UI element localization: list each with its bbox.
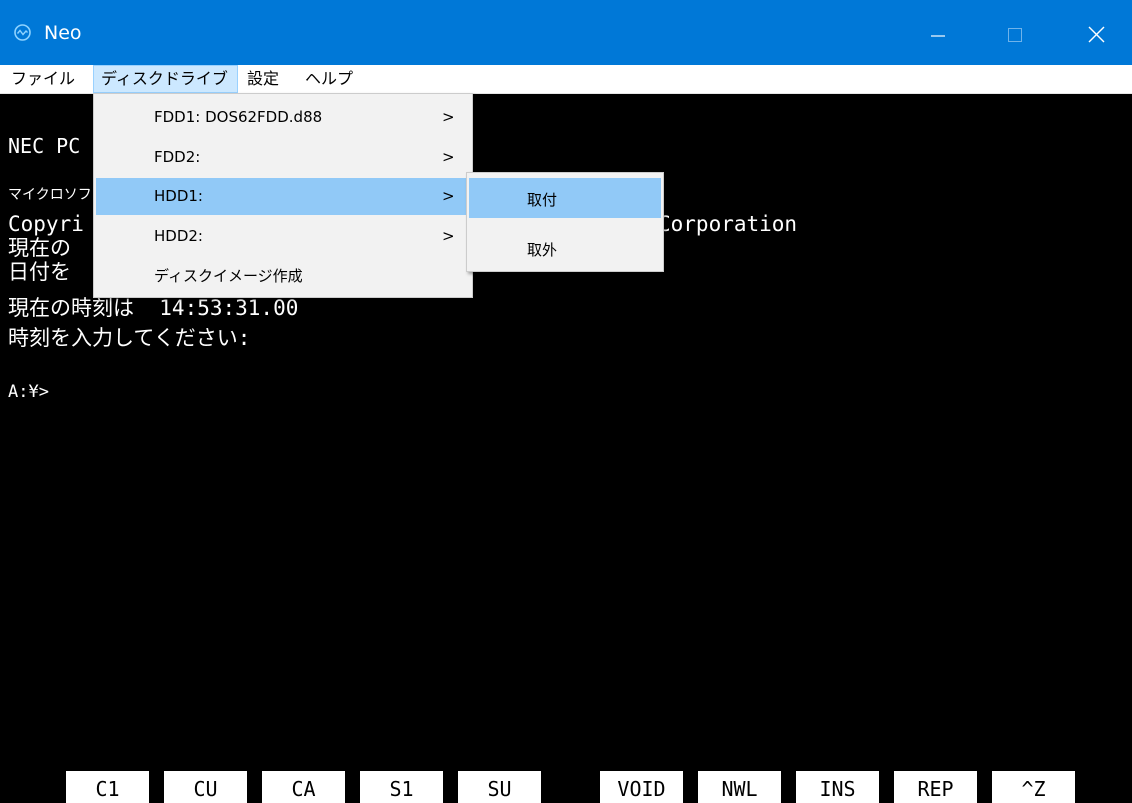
menu-item-label: HDD1: <box>154 187 203 205</box>
minimize-icon <box>931 35 945 37</box>
menu-item-label: FDD1: DOS62FDD.d88 <box>154 108 323 126</box>
menu-item-fdd1[interactable]: FDD1: DOS62FDD.d88 > <box>96 99 470 136</box>
menu-item-fdd2[interactable]: FDD2: > <box>96 139 470 176</box>
menu-item-create-disk-image[interactable]: ディスクイメージ作成 <box>96 256 470 293</box>
fkey-ctrl-z[interactable]: ^Z <box>992 771 1075 803</box>
title-bar[interactable]: Neo <box>0 0 1132 65</box>
terminal-line: 現在の <box>8 236 71 260</box>
terminal-line: NEC PC <box>8 134 81 158</box>
maximize-button[interactable] <box>976 0 1053 65</box>
menu-item-label: 取外 <box>527 241 558 259</box>
menu-item-unmount[interactable]: 取外 <box>469 228 661 268</box>
menu-help[interactable]: ヘルプ <box>298 65 376 93</box>
terminal-line: Corporation <box>658 212 798 236</box>
fkey-cu[interactable]: CU <box>164 771 247 803</box>
close-button[interactable] <box>1055 0 1132 65</box>
close-icon <box>1088 26 1105 43</box>
chevron-right-icon: > <box>442 227 455 245</box>
menu-file[interactable]: ファイル <box>4 65 92 93</box>
app-logo-icon <box>14 24 31 41</box>
fkey-rep[interactable]: REP <box>894 771 977 803</box>
app-window: Neo ファイル ディスクドライブ 設定 ヘルプ NEC PC マイクロソフ C… <box>0 0 1132 803</box>
menu-item-mount[interactable]: 取付 <box>469 178 661 218</box>
chevron-right-icon: > <box>442 187 455 205</box>
terminal-line: マイクロソフ <box>8 187 92 203</box>
fkey-nwl[interactable]: NWL <box>698 771 781 803</box>
fkey-s1[interactable]: S1 <box>360 771 443 803</box>
chevron-right-icon: > <box>442 148 455 166</box>
terminal-line: 現在の時刻は 14:53:31.00 <box>8 296 299 320</box>
fkey-c1[interactable]: C1 <box>66 771 149 803</box>
menu-item-hdd1[interactable]: HDD1: > <box>96 178 470 215</box>
command-prompt: A:¥> <box>8 382 49 402</box>
fkey-ins[interactable]: INS <box>796 771 879 803</box>
menu-item-hdd2[interactable]: HDD2: > <box>96 218 470 255</box>
hdd1-submenu: 取付 取外 <box>466 172 664 272</box>
menu-bar: ファイル ディスクドライブ 設定 ヘルプ <box>0 65 1132 94</box>
minimize-button[interactable] <box>899 0 976 65</box>
terminal-line: Copyri <box>8 212 84 236</box>
menu-item-label: FDD2: <box>154 148 201 166</box>
chevron-right-icon: > <box>442 108 455 126</box>
terminal-line: 時刻を入力してください: <box>8 326 251 350</box>
fkey-ca[interactable]: CA <box>262 771 345 803</box>
menu-settings[interactable]: 設定 <box>240 65 294 93</box>
disk-drive-dropdown: FDD1: DOS62FDD.d88 > FDD2: > HDD1: > HDD… <box>93 93 473 298</box>
maximize-icon <box>1008 28 1022 42</box>
terminal-line: 日付を <box>8 260 71 284</box>
menu-item-label: ディスクイメージ作成 <box>154 267 303 285</box>
menu-item-label: HDD2: <box>154 227 203 245</box>
fkey-void[interactable]: VOID <box>600 771 683 803</box>
menu-disk-drive[interactable]: ディスクドライブ <box>93 65 238 93</box>
fkey-su[interactable]: SU <box>458 771 541 803</box>
window-title: Neo <box>44 22 82 44</box>
menu-item-label: 取付 <box>527 191 558 209</box>
